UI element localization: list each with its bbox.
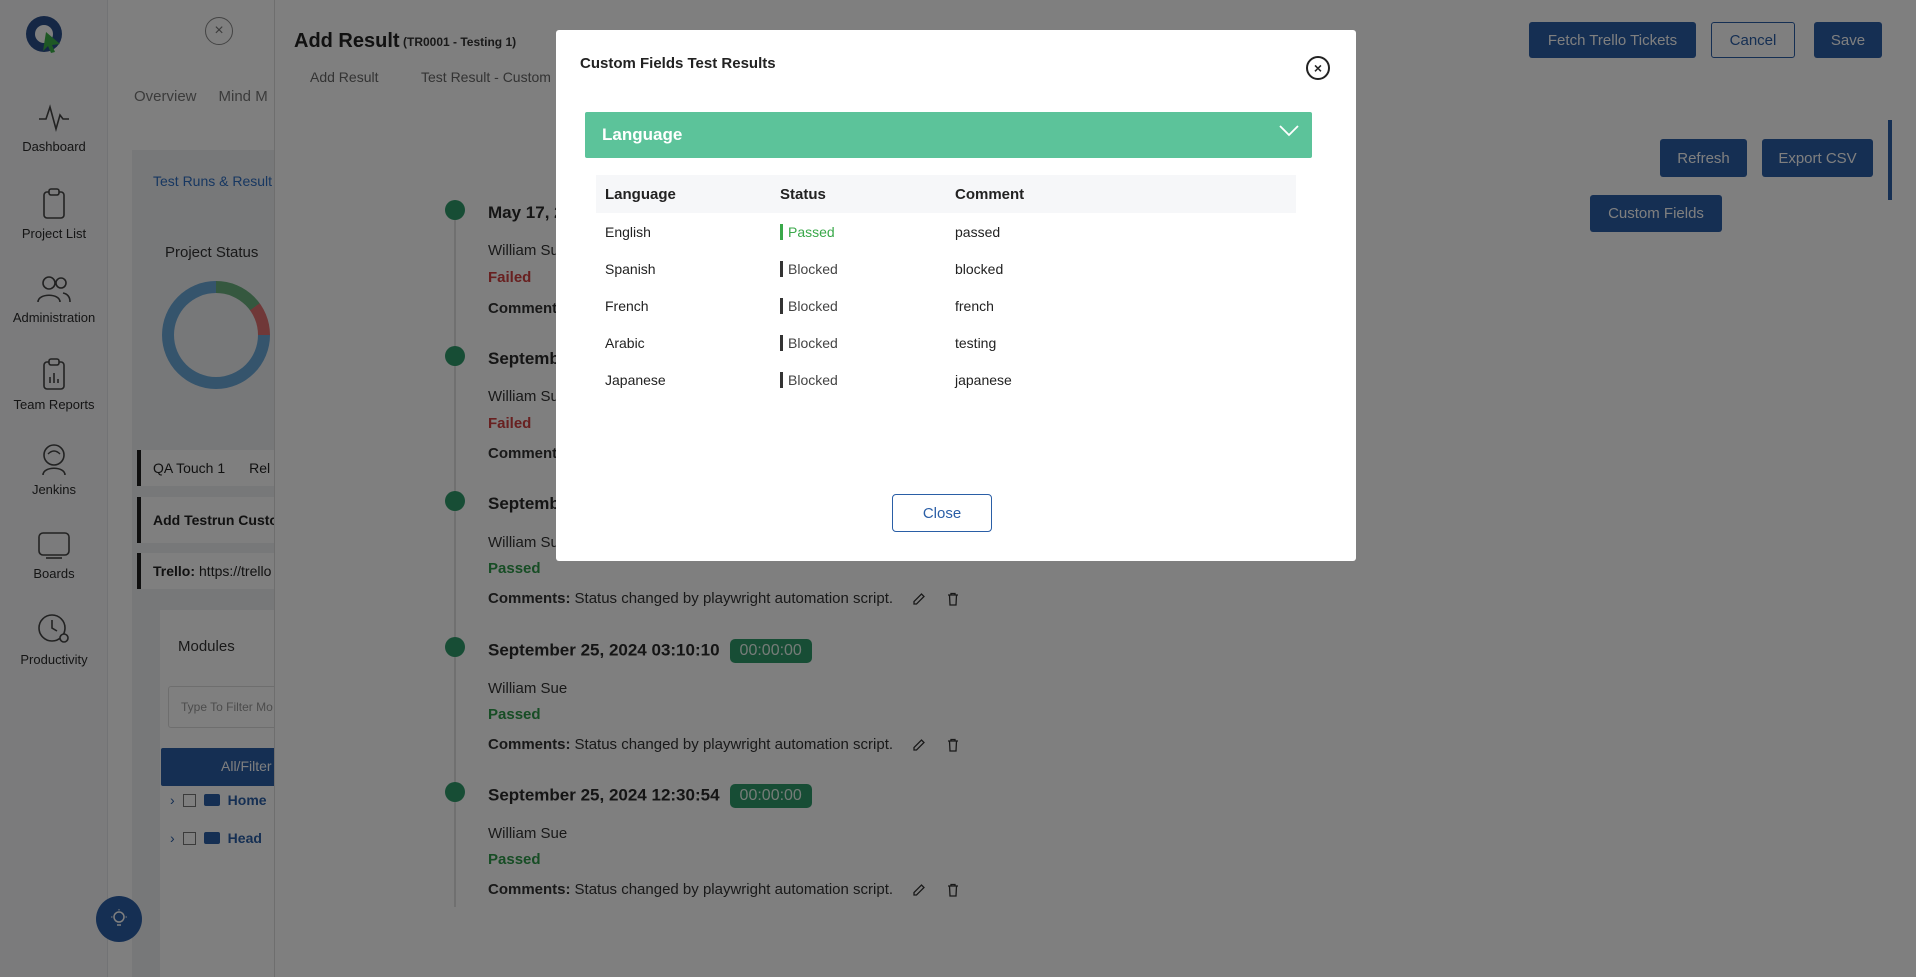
comment-cell: passed bbox=[955, 223, 1001, 240]
status-cell: Blocked bbox=[771, 297, 946, 314]
table-row: Arabic Blocked testing bbox=[596, 324, 1296, 361]
close-button[interactable]: Close bbox=[892, 494, 992, 532]
table-header: Language Status Comment bbox=[596, 175, 1296, 213]
table-row: French Blocked french bbox=[596, 287, 1296, 324]
language-cell: English bbox=[605, 223, 651, 240]
status-indicator bbox=[780, 334, 783, 351]
comment-cell: testing bbox=[955, 334, 997, 351]
status-indicator bbox=[780, 297, 783, 314]
custom-fields-modal: Custom Fields Test Results × Language La… bbox=[556, 30, 1356, 561]
status-indicator bbox=[780, 371, 783, 388]
chevron-down-icon bbox=[1279, 125, 1299, 137]
column-header: Comment bbox=[955, 185, 1025, 203]
comment-cell: blocked bbox=[955, 260, 1004, 277]
status-cell: Blocked bbox=[771, 260, 946, 277]
status-cell: Blocked bbox=[771, 371, 946, 388]
table-row: Japanese Blocked japanese bbox=[596, 361, 1296, 398]
accordion-language[interactable]: Language bbox=[585, 112, 1312, 158]
language-cell: Japanese bbox=[605, 371, 666, 388]
table-row: Spanish Blocked blocked bbox=[596, 250, 1296, 287]
column-header: Status bbox=[780, 185, 826, 203]
language-cell: Spanish bbox=[605, 260, 656, 277]
modal-title: Custom Fields Test Results bbox=[580, 55, 776, 72]
column-header: Language bbox=[605, 185, 676, 203]
language-cell: French bbox=[605, 297, 649, 314]
accordion-title: Language bbox=[602, 125, 683, 144]
language-cell: Arabic bbox=[605, 334, 645, 351]
status-cell: Blocked bbox=[771, 334, 946, 351]
custom-fields-table: Language Status Comment English Passed p… bbox=[596, 175, 1296, 398]
table-row: English Passed passed bbox=[596, 213, 1296, 250]
status-cell: Passed bbox=[771, 223, 946, 240]
close-icon[interactable]: × bbox=[1306, 56, 1330, 80]
status-indicator bbox=[780, 223, 783, 240]
status-indicator bbox=[780, 260, 783, 277]
comment-cell: japanese bbox=[955, 371, 1012, 388]
comment-cell: french bbox=[955, 297, 994, 314]
